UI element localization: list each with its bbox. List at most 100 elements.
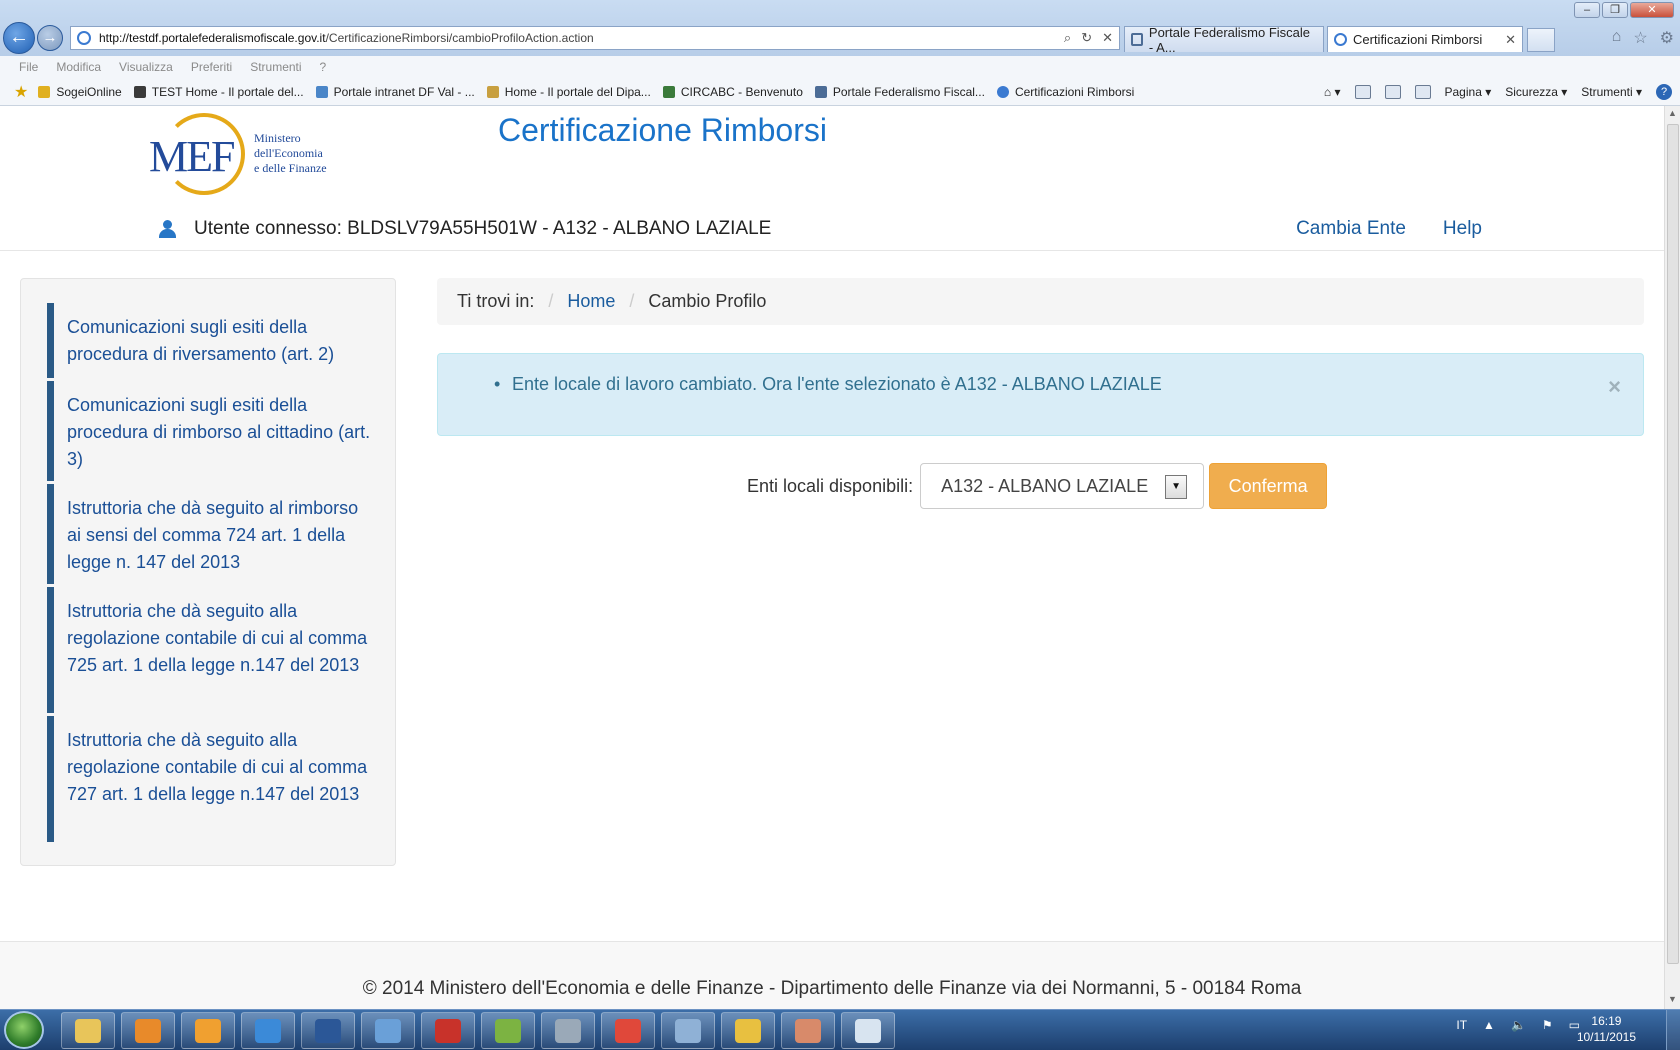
sidebar-item-comma-724[interactable]: Istruttoria che dà seguito al rimborso a… xyxy=(47,484,377,584)
tab-certificazioni-rimborsi[interactable]: Certificazioni Rimborsi ✕ xyxy=(1327,26,1523,52)
restore-button[interactable]: ❐ xyxy=(1602,2,1628,18)
menu-modifica[interactable]: Modifica xyxy=(56,60,101,74)
taskbar-explorer-button[interactable] xyxy=(61,1012,115,1049)
favorite-certificazioni[interactable]: Certificazioni Rimborsi xyxy=(996,84,1135,99)
taskbar-chrome-button[interactable] xyxy=(601,1012,655,1049)
volume-icon[interactable]: 🔈 xyxy=(1511,1018,1526,1032)
page-scrollbar[interactable]: ▲ ▼ xyxy=(1664,106,1680,1009)
taskbar-outlook-button[interactable] xyxy=(181,1012,235,1049)
page-favicon-icon xyxy=(77,31,91,45)
menu-help[interactable]: ? xyxy=(320,60,327,74)
sametime-icon xyxy=(375,1018,401,1043)
start-button[interactable] xyxy=(4,1011,44,1049)
outlook-icon xyxy=(195,1018,221,1043)
settings-gear-icon[interactable]: ⚙ xyxy=(1660,28,1674,48)
chrome-icon xyxy=(615,1018,641,1043)
taskbar-sc-app-button[interactable] xyxy=(421,1012,475,1049)
ie-favicon-icon xyxy=(1334,33,1347,46)
close-alert-icon[interactable]: × xyxy=(1608,374,1621,400)
show-hidden-icons-icon[interactable]: ▲ xyxy=(1483,1018,1495,1032)
sidebar-menu: Comunicazioni sugli esiti della procedur… xyxy=(20,278,396,866)
sidebar-item-rimborso-cittadino[interactable]: Comunicazioni sugli esiti della procedur… xyxy=(47,381,377,481)
address-bar[interactable]: http://testdf.portalefederalismofiscale.… xyxy=(70,26,1120,50)
taskbar-database-button[interactable] xyxy=(541,1012,595,1049)
close-window-button[interactable]: ✕ xyxy=(1630,2,1674,18)
help-link[interactable]: Help xyxy=(1443,218,1482,240)
favorite-portale-intranet[interactable]: Portale intranet DF Val - ... xyxy=(315,85,475,99)
taskbar-snipping-tool-button[interactable] xyxy=(841,1012,895,1049)
favorite-home-dipartimento[interactable]: Home - Il portale del Dipa... xyxy=(486,85,651,99)
favorite-label: CIRCABC - Benvenuto xyxy=(680,84,803,99)
close-tab-icon[interactable]: ✕ xyxy=(1493,32,1516,48)
stop-icon[interactable]: ✕ xyxy=(1102,30,1113,46)
confirm-button[interactable]: Conferma xyxy=(1209,463,1328,509)
menu-strumenti[interactable]: Strumenti xyxy=(250,60,301,74)
breadcrumb-home[interactable]: Home xyxy=(567,291,615,312)
favorite-circabc[interactable]: CIRCABC - Benvenuto xyxy=(662,84,803,99)
header-divider xyxy=(0,250,1664,251)
tab-portale-federalismo[interactable]: Portale Federalismo Fiscale - A... xyxy=(1124,25,1324,55)
tools-menu[interactable]: Strumenti xyxy=(1581,85,1642,99)
forward-button[interactable]: → xyxy=(37,25,63,51)
scroll-down-icon[interactable]: ▼ xyxy=(1668,994,1677,1004)
alert-message: Ente locale di lavoro cambiato. Ora l'en… xyxy=(512,374,1162,394)
taskbar-security-center-button[interactable] xyxy=(721,1012,775,1049)
favorites-star-icon[interactable]: ★ xyxy=(14,82,28,102)
browser-right-icons: ⌂ ☆ ⚙ xyxy=(1612,28,1674,48)
home-icon[interactable]: ⌂ xyxy=(1324,85,1341,99)
search-app-icon xyxy=(675,1018,701,1043)
action-center-flag-icon[interactable]: ⚑ xyxy=(1542,1018,1553,1032)
word-icon xyxy=(315,1018,341,1043)
menu-preferiti[interactable]: Preferiti xyxy=(191,60,232,74)
breadcrumb-separator: / xyxy=(629,291,635,311)
taskbar-search-app-button[interactable] xyxy=(661,1012,715,1049)
page-menu[interactable]: Pagina xyxy=(1445,85,1492,99)
mail-icon[interactable] xyxy=(1384,85,1401,99)
help-icon[interactable]: ? xyxy=(1656,84,1672,100)
feeds-icon[interactable] xyxy=(1354,85,1371,99)
sidebar-item-comma-727[interactable]: Istruttoria che dà seguito alla regolazi… xyxy=(47,716,377,842)
favorite-portale-federalismo[interactable]: Portale Federalismo Fiscal... xyxy=(814,85,985,99)
favorite-label: TEST Home - Il portale del... xyxy=(151,84,304,99)
snipping-tool-icon xyxy=(855,1018,881,1043)
favorite-test-home[interactable]: TEST Home - Il portale del... xyxy=(133,84,304,99)
search-icon[interactable]: ⌕ xyxy=(1064,30,1071,46)
favorites-star-icon[interactable]: ☆ xyxy=(1633,28,1647,48)
security-menu[interactable]: Sicurezza xyxy=(1505,85,1567,99)
page-title: Certificazione Rimborsi xyxy=(498,112,827,148)
print-icon[interactable] xyxy=(1414,85,1431,99)
favorite-label: Certificazioni Rimborsi xyxy=(1014,84,1135,99)
scroll-up-icon[interactable]: ▲ xyxy=(1668,108,1677,118)
taskbar-word-button[interactable] xyxy=(301,1012,355,1049)
home-icon[interactable]: ⌂ xyxy=(1612,28,1622,48)
favorite-sogeionline[interactable]: SogeiOnline xyxy=(38,85,122,99)
taskbar-sametime-button[interactable] xyxy=(361,1012,415,1049)
minimize-button[interactable]: – xyxy=(1574,2,1600,18)
taskbar-internet-explorer-button[interactable] xyxy=(241,1012,295,1049)
bookmark-icon xyxy=(38,85,51,98)
menu-visualizza[interactable]: Visualizza xyxy=(119,60,173,74)
change-entity-link[interactable]: Cambia Ente xyxy=(1296,218,1406,240)
system-clock[interactable]: 16:19 10/11/2015 xyxy=(1577,1013,1636,1045)
back-button[interactable]: ← xyxy=(3,22,35,54)
clock-date: 10/11/2015 xyxy=(1576,1030,1636,1044)
entity-select[interactable]: A132 - ALBANO LAZIALE ▼ xyxy=(920,463,1205,509)
tab-label: Certificazioni Rimborsi xyxy=(1353,32,1483,47)
scrollbar-thumb[interactable] xyxy=(1667,124,1679,964)
taskbar-media-player-button[interactable] xyxy=(121,1012,175,1049)
editor-icon xyxy=(495,1018,521,1043)
bookmark-icon xyxy=(315,85,328,98)
refresh-icon[interactable]: ↻ xyxy=(1081,30,1092,46)
sidebar-item-riversamento[interactable]: Comunicazioni sugli esiti della procedur… xyxy=(47,303,377,378)
taskbar-paint-button[interactable] xyxy=(781,1012,835,1049)
taskbar-editor-button[interactable] xyxy=(481,1012,535,1049)
entity-select-label: Enti locali disponibili: xyxy=(747,475,914,496)
show-desktop-button[interactable] xyxy=(1666,1010,1680,1050)
media-player-icon xyxy=(135,1018,161,1043)
sidebar-item-comma-725[interactable]: Istruttoria che dà seguito alla regolazi… xyxy=(47,587,377,713)
new-tab-button[interactable] xyxy=(1527,28,1555,52)
language-indicator[interactable]: IT xyxy=(1456,1018,1467,1032)
menu-file[interactable]: File xyxy=(19,60,38,74)
chevron-down-icon[interactable]: ▼ xyxy=(1165,475,1188,499)
url-host: http://testdf.portalefederalismofiscale.… xyxy=(99,31,326,45)
